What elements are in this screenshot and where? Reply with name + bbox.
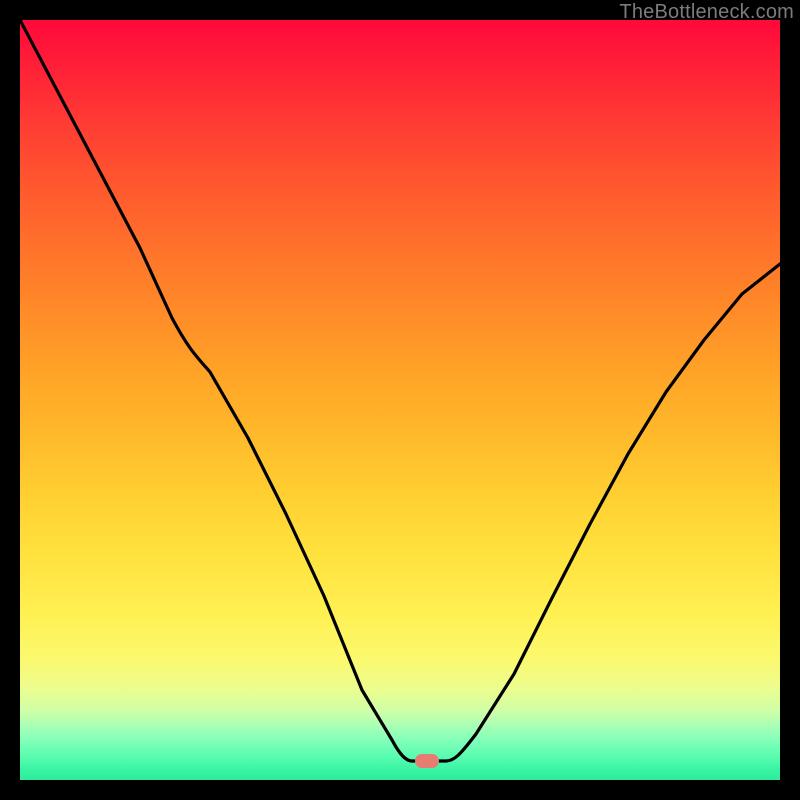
chart-frame: TheBottleneck.com — [0, 0, 800, 800]
watermark-text: TheBottleneck.com — [619, 1, 794, 24]
optimum-marker — [415, 754, 439, 768]
curve-path — [20, 20, 780, 761]
plot-area — [20, 20, 780, 780]
bottleneck-curve — [20, 20, 780, 780]
